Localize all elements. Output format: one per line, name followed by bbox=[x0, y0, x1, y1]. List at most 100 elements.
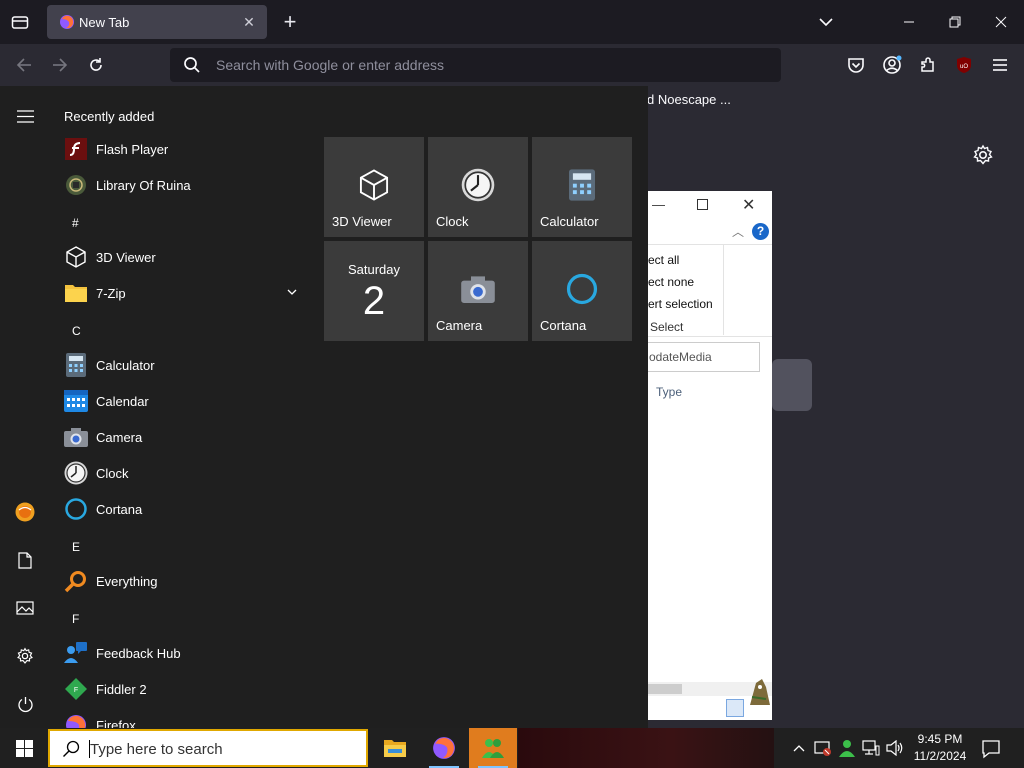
scrollbar-thumb[interactable] bbox=[648, 684, 682, 694]
calendar-day: Saturday bbox=[347, 262, 401, 277]
new-tab-button[interactable]: + bbox=[279, 9, 301, 34]
close-tab-button[interactable]: ✕ bbox=[240, 13, 258, 31]
cube-icon bbox=[356, 167, 392, 203]
taskbar-file-explorer[interactable] bbox=[371, 728, 419, 768]
app-label: Camera bbox=[96, 430, 143, 445]
user-account-button[interactable] bbox=[10, 497, 40, 527]
close-window-button[interactable] bbox=[987, 9, 1015, 35]
column-header-type[interactable]: Type bbox=[656, 385, 682, 399]
extensions-button[interactable] bbox=[916, 53, 940, 77]
app-calculator[interactable]: Calculator bbox=[56, 348, 308, 382]
app-fiddler-2[interactable]: F Fiddler 2 bbox=[56, 672, 308, 706]
tab-new-tab[interactable]: New Tab ✕ bbox=[47, 5, 267, 39]
clock-icon bbox=[460, 167, 496, 203]
tab-strip: New Tab ✕ + bbox=[0, 0, 1024, 44]
settings-button[interactable] bbox=[10, 641, 40, 671]
pictures-button[interactable] bbox=[10, 593, 40, 623]
account-button[interactable] bbox=[880, 53, 904, 77]
chevron-up-icon[interactable]: ︿ bbox=[732, 223, 744, 240]
app-feedback-hub[interactable]: Feedback Hub bbox=[56, 636, 308, 670]
maximize-icon[interactable] bbox=[697, 199, 708, 210]
start-button[interactable] bbox=[0, 728, 48, 768]
app-label: Cortana bbox=[96, 502, 143, 517]
group-letter-f[interactable]: F bbox=[72, 612, 79, 626]
app-menu-button[interactable] bbox=[988, 53, 1012, 77]
select-none-button[interactable]: ect none bbox=[648, 275, 694, 289]
address-input[interactable] bbox=[216, 54, 756, 76]
expand-menu-button[interactable] bbox=[10, 101, 40, 131]
app-label: Feedback Hub bbox=[96, 646, 181, 661]
pocket-icon bbox=[848, 57, 864, 73]
forward-button[interactable] bbox=[47, 52, 73, 78]
explorer-search-box[interactable]: odateMedia bbox=[648, 342, 760, 372]
select-all-button[interactable]: ect all bbox=[648, 253, 679, 267]
calculator-icon bbox=[564, 167, 600, 203]
close-icon[interactable]: ✕ bbox=[742, 195, 755, 215]
reload-button[interactable] bbox=[83, 52, 109, 78]
volume-icon bbox=[886, 740, 903, 756]
chevron-down-icon[interactable] bbox=[286, 286, 298, 298]
app-3d-viewer[interactable]: 3D Viewer bbox=[56, 240, 308, 274]
calculator-icon bbox=[64, 353, 88, 377]
camera-icon bbox=[64, 425, 88, 449]
app-camera[interactable]: Camera bbox=[56, 420, 308, 454]
back-button[interactable] bbox=[11, 52, 37, 78]
app-clock[interactable]: Clock bbox=[56, 456, 308, 490]
app-cortana[interactable]: Cortana bbox=[56, 492, 308, 526]
notification-center-icon[interactable] bbox=[980, 738, 1002, 760]
pocket-button[interactable] bbox=[844, 53, 868, 77]
tab-overflow-button[interactable] bbox=[812, 9, 840, 35]
shortcut-label[interactable]: d Noescape ... bbox=[647, 92, 731, 107]
address-bar[interactable] bbox=[170, 48, 781, 82]
app-label: 7-Zip bbox=[96, 286, 126, 301]
tray-network[interactable] bbox=[861, 738, 881, 758]
hamburger-menu-icon bbox=[16, 109, 34, 123]
taskbar-firefox[interactable] bbox=[420, 728, 468, 768]
tray-volume[interactable] bbox=[885, 738, 905, 758]
group-letter-hash[interactable]: # bbox=[72, 216, 79, 230]
help-icon[interactable]: ? bbox=[752, 223, 769, 240]
tile-calculator[interactable]: Calculator bbox=[532, 137, 632, 237]
show-hidden-icons-button[interactable] bbox=[789, 738, 809, 758]
app-firefox[interactable]: Firefox bbox=[56, 708, 308, 728]
list-all-tabs-button[interactable] bbox=[8, 10, 32, 34]
group-letter-e[interactable]: E bbox=[72, 540, 80, 554]
ublock-button[interactable]: uO bbox=[952, 53, 976, 77]
minimize-icon[interactable]: — bbox=[652, 197, 665, 212]
minimize-window-button[interactable] bbox=[895, 9, 923, 35]
taskbar: Type here to search 9:45 PM 11/2/2024 bbox=[0, 728, 1024, 768]
tile-3d-viewer[interactable]: 3D Viewer bbox=[324, 137, 424, 237]
tile-calendar[interactable]: Saturday 2 bbox=[324, 241, 424, 341]
taskbar-green-app[interactable] bbox=[469, 728, 517, 768]
app-label: Library Of Ruina bbox=[96, 178, 191, 193]
app-calendar[interactable]: Calendar bbox=[56, 384, 308, 418]
tile-label: Clock bbox=[436, 214, 469, 229]
documents-button[interactable] bbox=[10, 545, 40, 575]
tile-label: Cortana bbox=[540, 318, 587, 333]
explorer-window: — ✕ ︿ ? ect all ect none ert selection S… bbox=[648, 191, 772, 720]
tab-list-icon bbox=[11, 16, 29, 29]
invert-selection-button[interactable]: ert selection bbox=[648, 297, 713, 311]
tile-camera[interactable]: Camera bbox=[428, 241, 528, 341]
app-everything[interactable]: Everything bbox=[56, 564, 308, 598]
tray-user[interactable] bbox=[837, 738, 857, 758]
app-label: Calculator bbox=[96, 358, 155, 373]
gear-icon[interactable] bbox=[972, 144, 994, 166]
tile-cortana[interactable]: Cortana bbox=[532, 241, 632, 341]
power-button[interactable] bbox=[10, 689, 40, 719]
details-view-button[interactable] bbox=[726, 699, 744, 717]
restore-window-button[interactable] bbox=[941, 9, 969, 35]
taskbar-clock-time[interactable]: 9:45 PM bbox=[915, 732, 965, 746]
clock-icon bbox=[64, 461, 88, 485]
app-flash-player[interactable]: Flash Player bbox=[56, 132, 308, 166]
group-letter-c[interactable]: C bbox=[72, 324, 81, 338]
tray-security[interactable] bbox=[813, 738, 833, 758]
taskbar-search-box[interactable]: Type here to search bbox=[48, 729, 368, 767]
tile-clock[interactable]: Clock bbox=[428, 137, 528, 237]
search-magnifier-icon bbox=[64, 569, 88, 593]
app-7-zip[interactable]: 7-Zip bbox=[56, 276, 308, 310]
app-library-of-ruina[interactable]: Library Of Ruina bbox=[56, 168, 308, 202]
firefox-icon bbox=[433, 737, 455, 759]
close-icon bbox=[995, 16, 1007, 28]
taskbar-clock-date[interactable]: 11/2/2024 bbox=[910, 749, 970, 763]
